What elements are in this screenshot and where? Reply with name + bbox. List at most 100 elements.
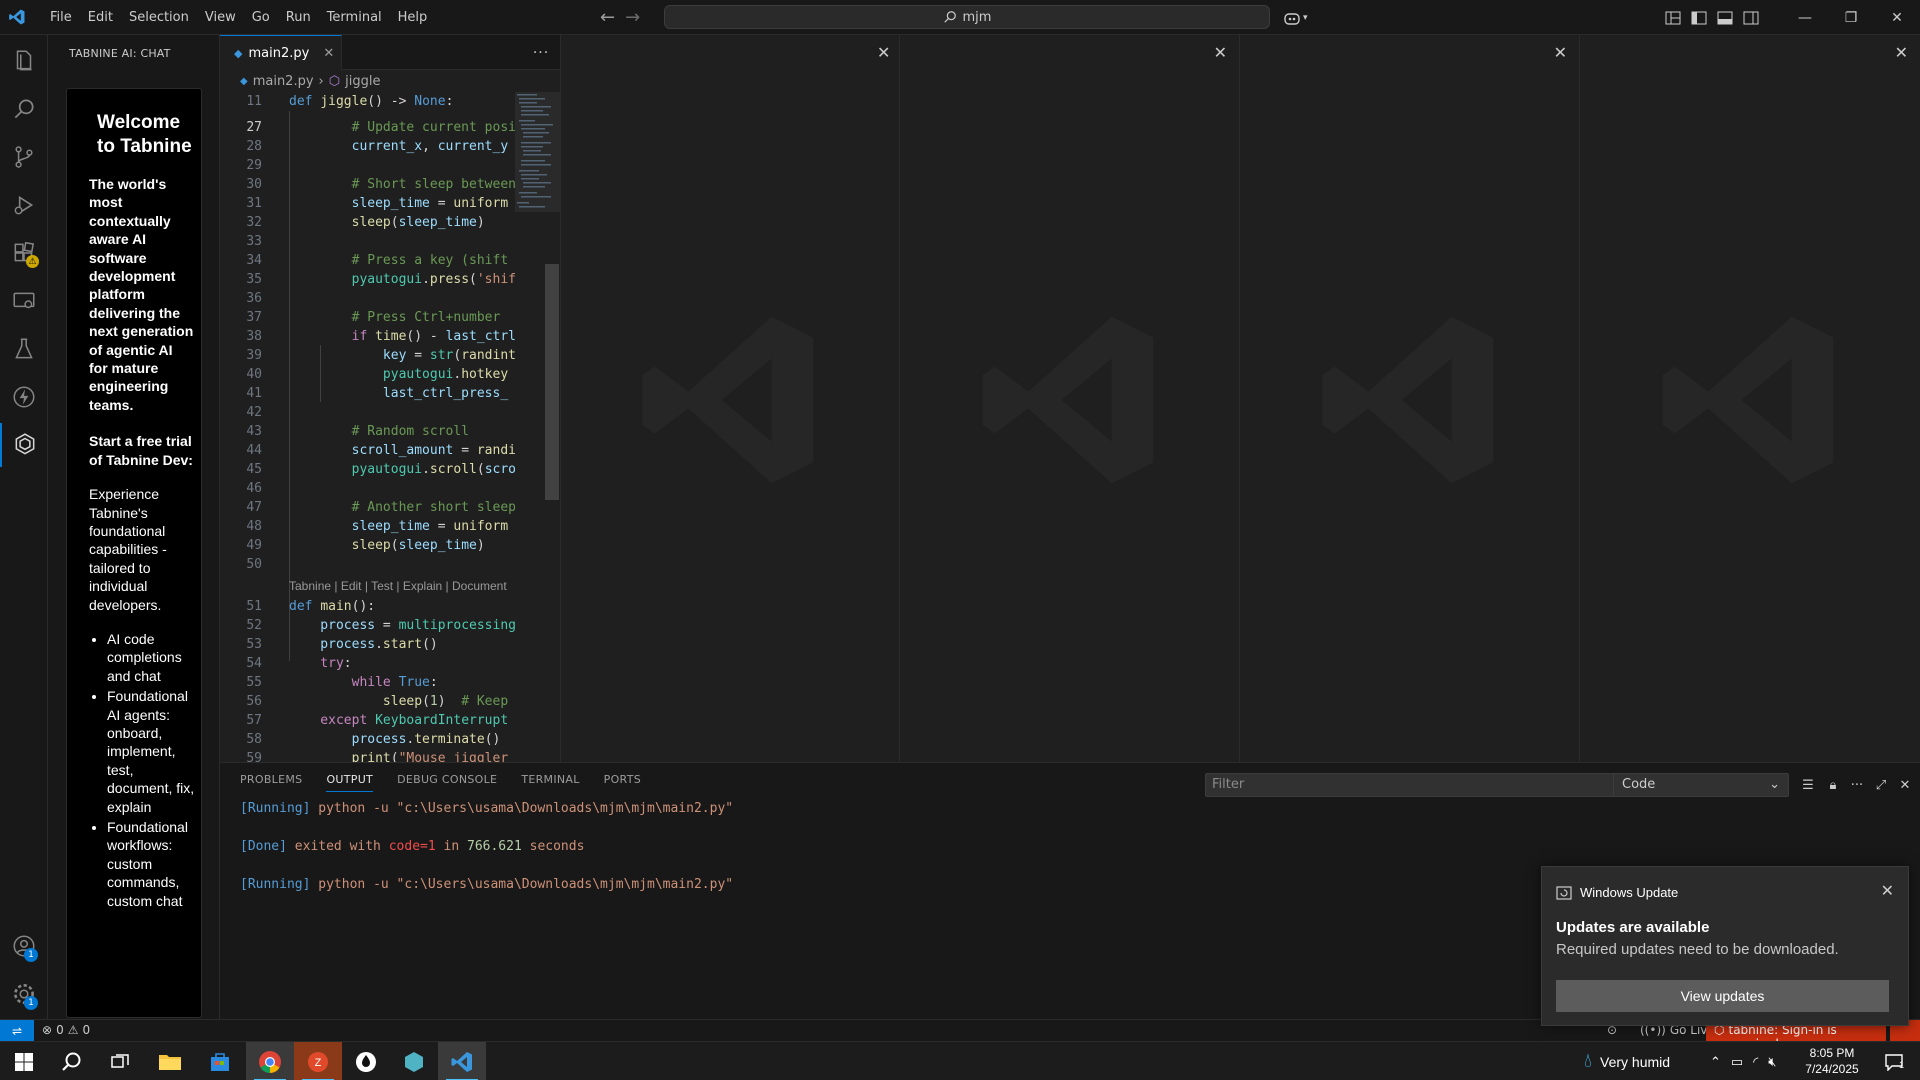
chevron-up-icon[interactable]: ⌃ <box>1710 1054 1721 1070</box>
weather-widget[interactable]: 💧︎ Very humid <box>1584 1042 1670 1080</box>
task-view-icon <box>111 1053 129 1068</box>
menu-help[interactable]: Help <box>390 0 436 35</box>
view-updates-button[interactable]: View updates <box>1556 980 1889 1012</box>
water-drop-icon: 💧︎ <box>1584 1050 1592 1072</box>
trial-text: Experience Tabnine's foundational capabi… <box>89 486 167 613</box>
speaker-muted-icon[interactable]: 🔇︎ <box>1768 1054 1776 1070</box>
tab-output[interactable]: OUTPUT <box>326 773 374 792</box>
close-group-icon[interactable]: ✕ <box>1554 43 1567 62</box>
menu-terminal[interactable]: Terminal <box>319 0 390 35</box>
extensions-icon[interactable]: ⚠ <box>0 231 48 275</box>
menu-file[interactable]: File <box>42 0 80 35</box>
output-line: [Running] python -u "c:\Users\usama\Down… <box>240 877 734 892</box>
chrome-icon <box>259 1050 281 1073</box>
restore-button[interactable]: ❐ <box>1828 0 1874 35</box>
toggle-secondary-sidebar-icon[interactable] <box>1738 0 1764 35</box>
output-channel-select[interactable]: Code ⌄ <box>1613 773 1789 797</box>
customize-layout-icon[interactable] <box>1660 0 1686 35</box>
store-button[interactable] <box>196 1042 244 1080</box>
file-explorer-button[interactable] <box>146 1042 194 1080</box>
tagline: The world's most contextually aware AI s… <box>89 176 194 413</box>
windows-logo-icon <box>15 1052 33 1071</box>
close-tab-icon[interactable]: ✕ <box>323 46 334 61</box>
source-control-icon[interactable] <box>0 135 48 179</box>
editor-scrollbar[interactable] <box>545 264 559 500</box>
tabnine-codelens[interactable]: Tabnine | Edit | Test | Explain | Docume… <box>289 579 507 593</box>
tab-terminal[interactable]: TERMINAL <box>521 773 579 786</box>
output-line: [Done] exited with code=1 in 766.621 sec… <box>240 839 585 854</box>
list-item: Foundational workflows: custom commands,… <box>107 818 195 910</box>
app-button[interactable] <box>342 1042 390 1080</box>
wifi-icon[interactable]: ◜ <box>1753 1054 1758 1070</box>
maximize-panel-icon[interactable]: ⤢ <box>1870 773 1892 797</box>
vscode-watermark-icon <box>982 316 1153 484</box>
close-window-button[interactable]: ✕ <box>1874 0 1920 35</box>
weather-text: Very humid <box>1600 1053 1671 1070</box>
feature-list: AI code completions and chat Foundationa… <box>89 630 195 910</box>
tab-main2-py[interactable]: ◆ main2.py ✕ <box>220 35 342 70</box>
code-editor[interactable]: 11 def jiggle() -> None: 27 # Update curr… <box>220 92 560 762</box>
error-icon: ⊗ <box>42 1023 53 1037</box>
minimize-button[interactable]: — <box>1782 0 1828 35</box>
accounts-icon[interactable]: 1 <box>0 924 48 968</box>
welcome-heading: Welcome to Tabnine <box>97 112 192 157</box>
toggle-panel-icon[interactable] <box>1712 0 1738 35</box>
menu-edit[interactable]: Edit <box>80 0 121 35</box>
search-view-icon[interactable] <box>0 87 48 131</box>
notification-count: 1 <box>1898 1060 1904 1070</box>
lightning-icon[interactable] <box>0 375 48 419</box>
settings-gear-icon[interactable]: 1 <box>0 972 48 1016</box>
copilot-button[interactable]: ▾ <box>1283 0 1308 35</box>
task-view-button[interactable] <box>96 1042 144 1080</box>
vscode-watermark-icon <box>1322 316 1493 484</box>
close-group-icon[interactable]: ✕ <box>1214 43 1227 62</box>
menu-run[interactable]: Run <box>278 0 319 35</box>
app-button[interactable]: Z <box>294 1042 342 1080</box>
menu-selection[interactable]: Selection <box>121 0 197 35</box>
run-debug-icon[interactable] <box>0 183 48 227</box>
start-button[interactable] <box>0 1042 48 1080</box>
more-actions-icon[interactable]: ··· <box>526 35 556 70</box>
warning-icon: ⚠ <box>67 1023 79 1037</box>
tab-debug-console[interactable]: DEBUG CONSOLE <box>397 773 497 786</box>
command-center-search[interactable]: mjm <box>664 5 1270 29</box>
clock[interactable]: 8:05 PM 7/24/2025 <box>1800 1045 1864 1077</box>
tab-label: main2.py <box>248 45 310 61</box>
tab-ports[interactable]: PORTS <box>604 773 641 786</box>
panel-tabs: PROBLEMS OUTPUT DEBUG CONSOLE TERMINAL P… <box>220 763 641 796</box>
forward-arrow-icon[interactable]: → <box>625 7 640 28</box>
chrome-button[interactable] <box>246 1042 294 1080</box>
breadcrumb-file[interactable]: main2.py <box>253 74 314 89</box>
back-arrow-icon[interactable]: ← <box>600 7 615 28</box>
close-group-icon[interactable]: ✕ <box>877 43 890 62</box>
clear-output-icon[interactable]: ☰ <box>1797 773 1819 797</box>
vscode-taskbar-button[interactable] <box>438 1042 486 1080</box>
python-file-icon: ◆ <box>234 46 243 60</box>
tab-problems[interactable]: PROBLEMS <box>240 773 302 786</box>
explorer-icon[interactable] <box>0 39 48 83</box>
lock-scroll-icon[interactable]: 🔒︎ <box>1822 773 1844 797</box>
problems-status[interactable]: ⊗ 0 ⚠ 0 <box>42 1023 90 1037</box>
menu-view[interactable]: View <box>197 0 244 35</box>
tabnine-icon[interactable] <box>0 423 48 467</box>
accounts-badge: 1 <box>24 948 38 962</box>
close-group-icon[interactable]: ✕ <box>1895 43 1908 62</box>
breadcrumb-symbol[interactable]: jiggle <box>345 74 380 89</box>
vscode-logo-icon <box>0 0 34 35</box>
search-icon <box>943 11 956 23</box>
notification-center-icon[interactable]: 1 <box>1874 1042 1914 1080</box>
app-button[interactable] <box>390 1042 438 1080</box>
close-toast-icon[interactable]: ✕ <box>1881 881 1894 901</box>
editor-group-3: ✕ <box>899 35 1239 762</box>
output-filter-input[interactable]: Filter <box>1205 773 1615 797</box>
testing-icon[interactable] <box>0 327 48 371</box>
remote-indicator-icon[interactable]: ⇌ <box>0 1020 34 1042</box>
remote-explorer-icon[interactable] <box>0 279 48 323</box>
more-actions-icon[interactable]: ··· <box>1846 773 1868 797</box>
toggle-sidebar-icon[interactable] <box>1686 0 1712 35</box>
close-panel-icon[interactable]: ✕ <box>1894 773 1916 797</box>
battery-icon[interactable]: ▭ <box>1731 1054 1743 1070</box>
menu-go[interactable]: Go <box>244 0 278 35</box>
search-button[interactable] <box>48 1042 96 1080</box>
channel-value: Code <box>1622 777 1656 792</box>
